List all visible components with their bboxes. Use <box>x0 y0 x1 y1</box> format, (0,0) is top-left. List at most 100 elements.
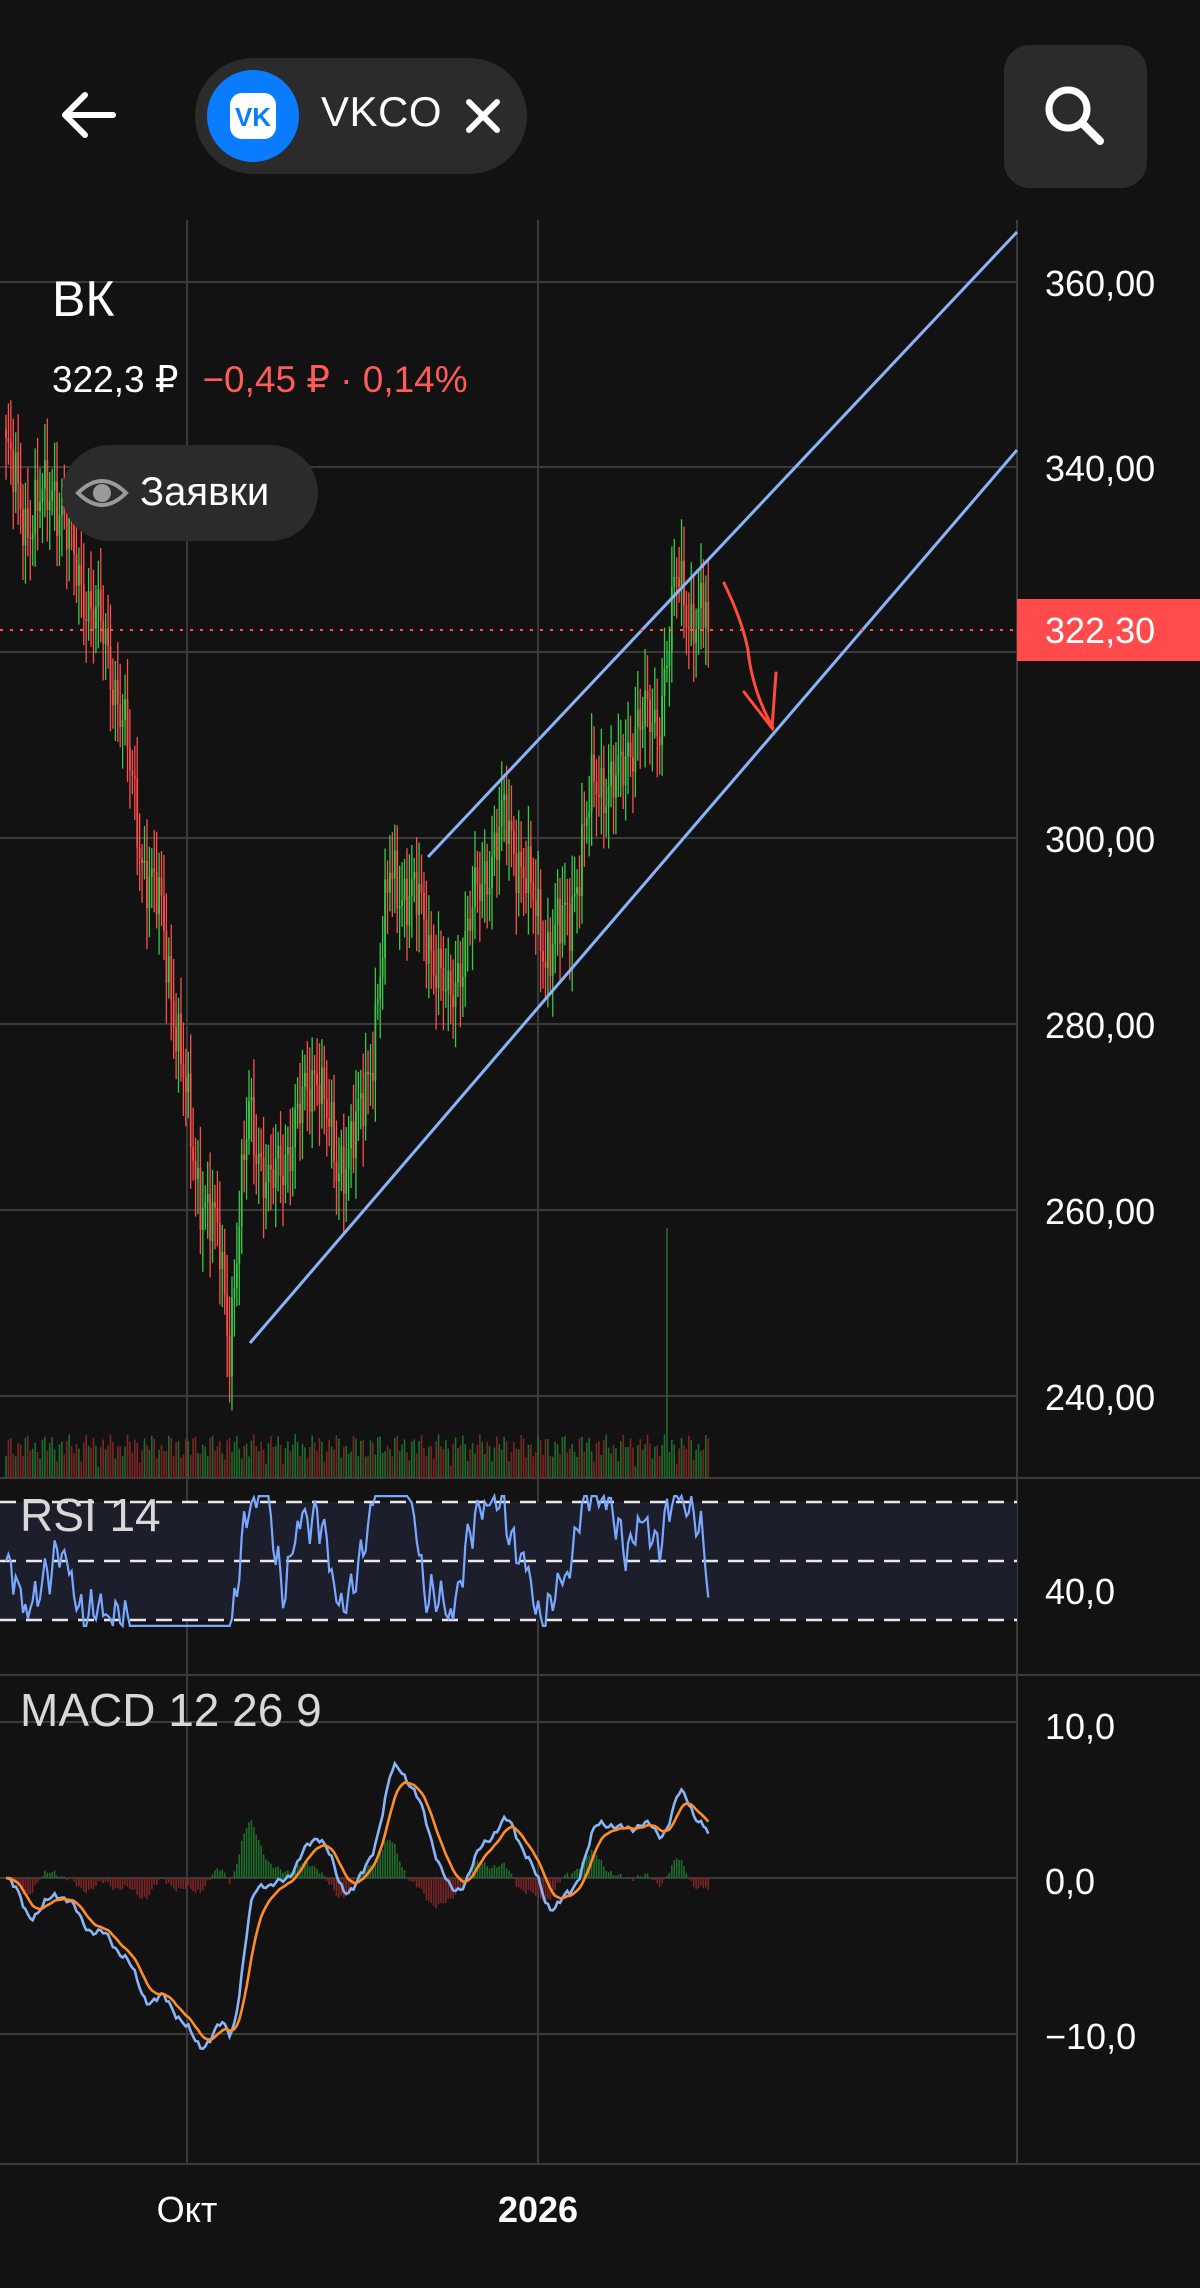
volume-bar <box>80 1461 83 1478</box>
candle-body <box>228 1335 231 1377</box>
macd-histogram-bar <box>510 1873 513 1878</box>
volume-bar <box>124 1446 126 1478</box>
macd-histogram-bar <box>685 1873 688 1878</box>
macd-histogram-bar <box>705 1878 707 1888</box>
volume-bar <box>418 1440 420 1478</box>
macd-histogram-bar <box>165 1878 168 1884</box>
macd-histogram-bar <box>401 1867 403 1878</box>
candle-body <box>403 878 406 901</box>
volume-bar <box>182 1454 185 1478</box>
macd-histogram-bar <box>641 1876 644 1878</box>
orders-button[interactable]: Заявки <box>62 445 318 541</box>
macd-histogram-bar <box>408 1878 411 1881</box>
candle-body <box>267 1164 270 1183</box>
macd-histogram-bar <box>496 1867 498 1878</box>
candle-body <box>590 754 593 812</box>
candle-body <box>245 1138 248 1161</box>
macd-histogram-bar <box>517 1878 520 1888</box>
volume-bar <box>219 1441 221 1478</box>
macd-label: MACD 12 26 9 <box>20 1684 322 1736</box>
volume-bar <box>510 1452 513 1478</box>
volume-bar <box>133 1439 136 1478</box>
candle-body <box>342 1146 345 1194</box>
macd-histogram-bar <box>73 1878 75 1882</box>
candle-body <box>444 989 447 992</box>
macd-histogram-bar <box>394 1843 396 1878</box>
price-chart[interactable]: 360,00 340,00 300,00 280,00 260,00 240,0… <box>0 0 1200 2288</box>
volume-bar <box>136 1443 139 1478</box>
volume-bar <box>488 1445 491 1478</box>
candle-body <box>43 459 46 489</box>
macd-histogram-bar <box>403 1870 406 1878</box>
macd-histogram-bar <box>313 1866 316 1878</box>
candle-body <box>639 709 642 731</box>
volume-bar <box>56 1461 58 1478</box>
candle-body <box>187 1073 190 1093</box>
candle-body <box>391 872 394 879</box>
candle-body <box>19 483 22 509</box>
volume-bar <box>496 1436 498 1478</box>
volume-bar <box>423 1448 425 1478</box>
macd-histogram-bar <box>379 1852 382 1878</box>
macd-histogram-bar <box>617 1874 620 1878</box>
volume-bar <box>131 1452 134 1478</box>
price-tick: 300,00 <box>1045 819 1155 860</box>
volume-bar <box>99 1446 102 1478</box>
volume-bar <box>214 1450 216 1478</box>
macd-histogram-bar <box>666 1875 668 1878</box>
macd-histogram-bar <box>488 1868 491 1878</box>
macd-histogram-bar <box>605 1870 608 1878</box>
volume-bar <box>82 1442 85 1478</box>
candle-body <box>680 560 683 587</box>
candle-body <box>170 955 173 1001</box>
volume-bar <box>48 1443 51 1478</box>
volume-bar <box>389 1449 391 1478</box>
macd-histogram-bar <box>253 1827 255 1878</box>
macd-histogram-bar <box>318 1873 321 1878</box>
candle-body <box>598 794 600 797</box>
candle-body <box>333 1102 335 1162</box>
candle-body <box>583 824 586 827</box>
macd-histogram-bar <box>102 1878 104 1884</box>
volume-bar <box>240 1458 243 1478</box>
macd-histogram-bar <box>432 1878 435 1907</box>
macd-histogram-bar <box>46 1872 49 1878</box>
macd-histogram-bar <box>498 1866 501 1878</box>
volume-bars <box>5 1228 710 1478</box>
volume-bar <box>542 1454 544 1478</box>
volume-bar <box>347 1453 350 1478</box>
volume-bar <box>396 1436 399 1478</box>
candle-body <box>500 800 503 827</box>
candle-body <box>413 872 416 880</box>
macd-histogram-bar <box>31 1878 34 1893</box>
candle-body <box>401 900 403 907</box>
volume-bar <box>452 1444 454 1478</box>
macd-histogram-bar <box>428 1878 430 1902</box>
macd-histogram-bar <box>185 1878 187 1890</box>
macd-histogram-bar <box>187 1878 190 1886</box>
price-change: −0,45 ₽ · 0,14% <box>202 359 468 400</box>
volume-bar <box>68 1434 70 1478</box>
candle-body <box>82 584 85 619</box>
macd-histogram-bar <box>92 1878 95 1890</box>
candle-body <box>653 709 656 723</box>
candle-body <box>612 761 615 798</box>
macd-histogram-bar <box>316 1868 318 1878</box>
macd-histogram-bar <box>515 1878 518 1887</box>
volume-bar <box>595 1442 598 1478</box>
volume-bar <box>107 1445 109 1478</box>
candle-body <box>692 603 695 644</box>
volume-bar <box>359 1440 362 1478</box>
candle-body <box>41 488 44 502</box>
candle-body <box>359 1093 362 1099</box>
volume-bar <box>163 1451 165 1478</box>
volume-bar <box>690 1440 693 1478</box>
candle-body <box>615 775 617 798</box>
macd-histogram-bar <box>107 1878 109 1883</box>
volume-bar <box>481 1442 484 1478</box>
macd-histogram-bar <box>639 1876 642 1878</box>
annotation-arrow <box>722 581 778 733</box>
volume-bar <box>683 1445 685 1478</box>
macd-histogram-bar <box>199 1878 202 1893</box>
candle-body <box>148 876 151 909</box>
